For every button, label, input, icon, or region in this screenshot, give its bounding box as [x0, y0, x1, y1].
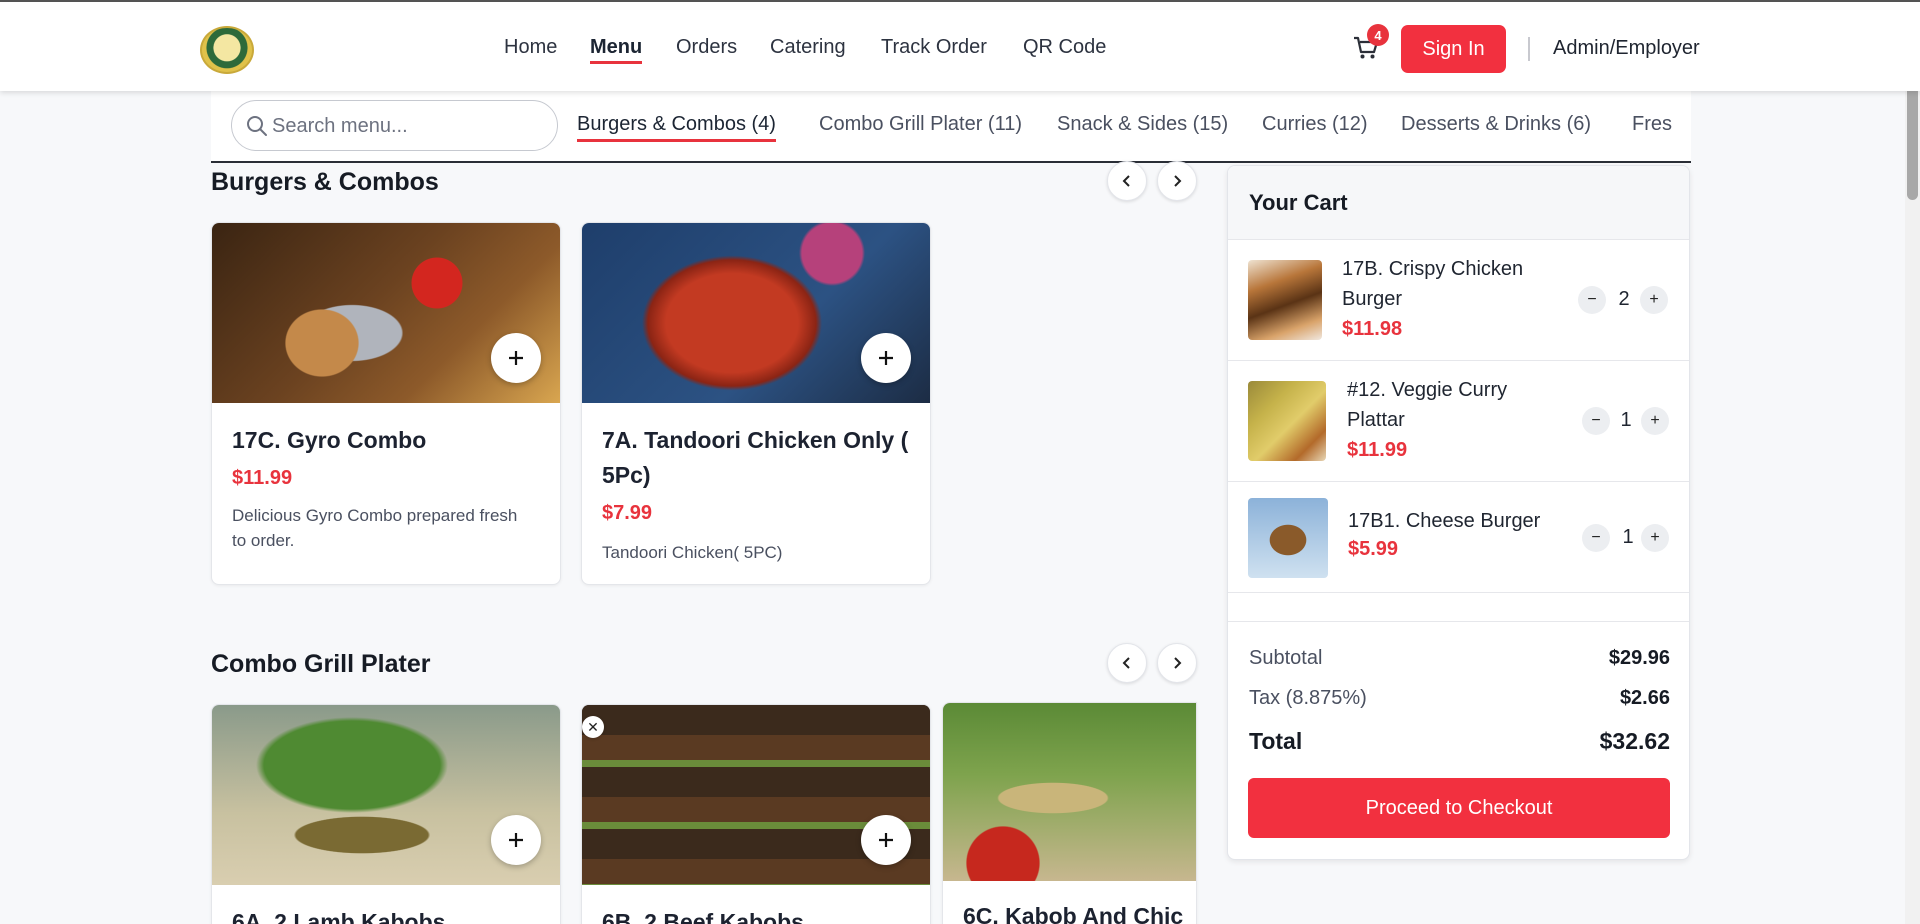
search-box — [231, 100, 558, 151]
summary-divider — [1228, 621, 1689, 622]
menu-item-price: $11.99 — [232, 467, 293, 489]
cart-item-name: 17B1. Cheese Burger — [1348, 510, 1541, 532]
close-icon[interactable]: ✕ — [582, 716, 604, 738]
total-label: Total — [1249, 728, 1303, 754]
menu-item-name: 7A. Tandoori Chicken Only ( 5Pc) — [602, 427, 909, 488]
plus-icon — [509, 833, 523, 847]
increase-quantity-button[interactable]: + — [1640, 286, 1668, 314]
chevron-right-icon — [1174, 657, 1182, 669]
section-prev-button[interactable] — [1107, 643, 1147, 683]
cart-item-price: $11.98 — [1342, 318, 1403, 340]
cart-item-thumbnail — [1248, 381, 1326, 461]
section-next-button[interactable] — [1157, 643, 1197, 683]
category-bar: Burgers & Combos (4) Combo Grill Plater … — [211, 91, 1691, 163]
cart-item-thumbnail — [1248, 260, 1322, 340]
restaurant-logo[interactable] — [200, 26, 254, 74]
tax-label: Tax (8.875%) — [1249, 687, 1367, 709]
menu-item-name: 6A. 2 Lamb Kabobs — [232, 909, 446, 924]
increase-quantity-button[interactable]: + — [1641, 407, 1669, 435]
cart-title: Your Cart — [1249, 190, 1348, 215]
nav-orders[interactable]: Orders — [676, 36, 737, 59]
category-tab-desserts-drinks[interactable]: Desserts & Drinks (6) — [1401, 113, 1591, 136]
proceed-to-checkout-button[interactable]: Proceed to Checkout — [1248, 778, 1670, 838]
subtotal-row: Subtotal $29.96 — [1249, 647, 1670, 670]
cart-count-badge: 4 — [1367, 24, 1389, 46]
nav-home[interactable]: Home — [504, 36, 557, 59]
section-title-combo-grill-plater: Combo Grill Plater — [211, 650, 431, 678]
sign-in-button[interactable]: Sign In — [1401, 25, 1506, 73]
total-row: Total $32.62 — [1249, 728, 1670, 755]
cart-item: #12. Veggie Curry Plattar $11.99 − 1 + — [1228, 361, 1689, 482]
section-next-button[interactable] — [1157, 161, 1197, 201]
cart-item: 17B. Crispy Chicken Burger $11.98 − 2 + — [1228, 240, 1689, 361]
cart-item-quantity: 1 — [1622, 526, 1634, 548]
search-icon — [247, 116, 267, 136]
subtotal-value: $29.96 — [1608, 647, 1670, 669]
chevron-left-icon — [1122, 175, 1130, 187]
section-title-burgers-combos: Burgers & Combos — [211, 168, 439, 196]
menu-item-card[interactable]: 6B. 2 Beef Kabobs — [581, 704, 931, 924]
menu-item-image — [943, 703, 1196, 881]
cart-header: Your Cart — [1228, 166, 1689, 240]
category-tab-curries[interactable]: Curries (12) — [1262, 113, 1368, 136]
menu-item-card[interactable]: 7A. Tandoori Chicken Only ( 5Pc) $7.99 T… — [581, 222, 931, 585]
section-prev-button[interactable] — [1107, 161, 1147, 201]
category-tab-combo-grill-plater[interactable]: Combo Grill Plater (11) — [819, 113, 1022, 136]
admin-employer-link[interactable]: Admin/Employer — [1553, 37, 1700, 60]
chevron-right-icon — [1174, 175, 1182, 187]
site-header: Home Menu Orders Catering Track Order QR… — [0, 2, 1920, 91]
cart-item-price: $11.99 — [1347, 439, 1408, 461]
nav-catering[interactable]: Catering — [770, 36, 846, 59]
header-divider — [1528, 37, 1530, 61]
menu-item-card[interactable]: 6A. 2 Lamb Kabobs — [211, 704, 561, 924]
subtotal-label: Subtotal — [1249, 647, 1323, 669]
cart-panel: Your Cart 17B. Crispy Chicken Burger $11… — [1227, 165, 1690, 860]
add-to-cart-button[interactable] — [491, 333, 541, 383]
cart-item-name: 17B. Crispy Chicken Burger — [1342, 258, 1524, 310]
menu-item-name: 17C. Gyro Combo — [232, 427, 427, 453]
tax-value: $2.66 — [1619, 687, 1670, 709]
plus-icon — [879, 351, 893, 365]
menu-item-name: 6B. 2 Beef Kabobs — [602, 909, 804, 924]
decrease-quantity-button[interactable]: − — [1582, 407, 1610, 435]
menu-item-description: Tandoori Chicken( 5PC) — [602, 543, 783, 562]
cart-item-name: #12. Veggie Curry Plattar — [1347, 379, 1508, 431]
tax-row: Tax (8.875%) $2.66 — [1249, 687, 1670, 710]
menu-item-name: 6C. Kabob And Chic — [963, 903, 1184, 924]
nav-menu[interactable]: Menu — [590, 36, 643, 64]
add-to-cart-button[interactable] — [861, 333, 911, 383]
category-tab-snack-sides[interactable]: Snack & Sides (15) — [1057, 113, 1228, 136]
search-input[interactable] — [272, 111, 542, 141]
decrease-quantity-button[interactable]: − — [1582, 524, 1610, 552]
total-value: $32.62 — [1599, 728, 1670, 754]
category-tab-burgers-combos[interactable]: Burgers & Combos (4) — [577, 113, 776, 142]
cart-item-thumbnail — [1248, 498, 1328, 578]
menu-item-card[interactable]: 17C. Gyro Combo $11.99 Delicious Gyro Co… — [211, 222, 561, 585]
add-to-cart-button[interactable] — [861, 815, 911, 865]
menu-item-card[interactable]: 6C. Kabob And Chic — [942, 702, 1197, 924]
plus-icon — [509, 351, 523, 365]
decrease-quantity-button[interactable]: − — [1578, 286, 1606, 314]
add-to-cart-button[interactable] — [491, 815, 541, 865]
category-tab-fresh[interactable]: Fres — [1632, 113, 1672, 136]
nav-track-order[interactable]: Track Order — [881, 36, 987, 59]
nav-qr-code[interactable]: QR Code — [1023, 36, 1106, 59]
increase-quantity-button[interactable]: + — [1641, 524, 1669, 552]
chevron-left-icon — [1122, 657, 1130, 669]
cart-item-quantity: 2 — [1618, 288, 1630, 310]
cart-item-price: $5.99 — [1348, 538, 1399, 560]
cart-item: 17B1. Cheese Burger $5.99 − 1 + — [1228, 482, 1689, 593]
plus-icon — [879, 833, 893, 847]
menu-item-description: Delicious Gyro Combo prepared fresh to o… — [232, 506, 518, 550]
cart-item-quantity: 1 — [1620, 409, 1632, 431]
menu-item-price: $7.99 — [602, 502, 653, 524]
